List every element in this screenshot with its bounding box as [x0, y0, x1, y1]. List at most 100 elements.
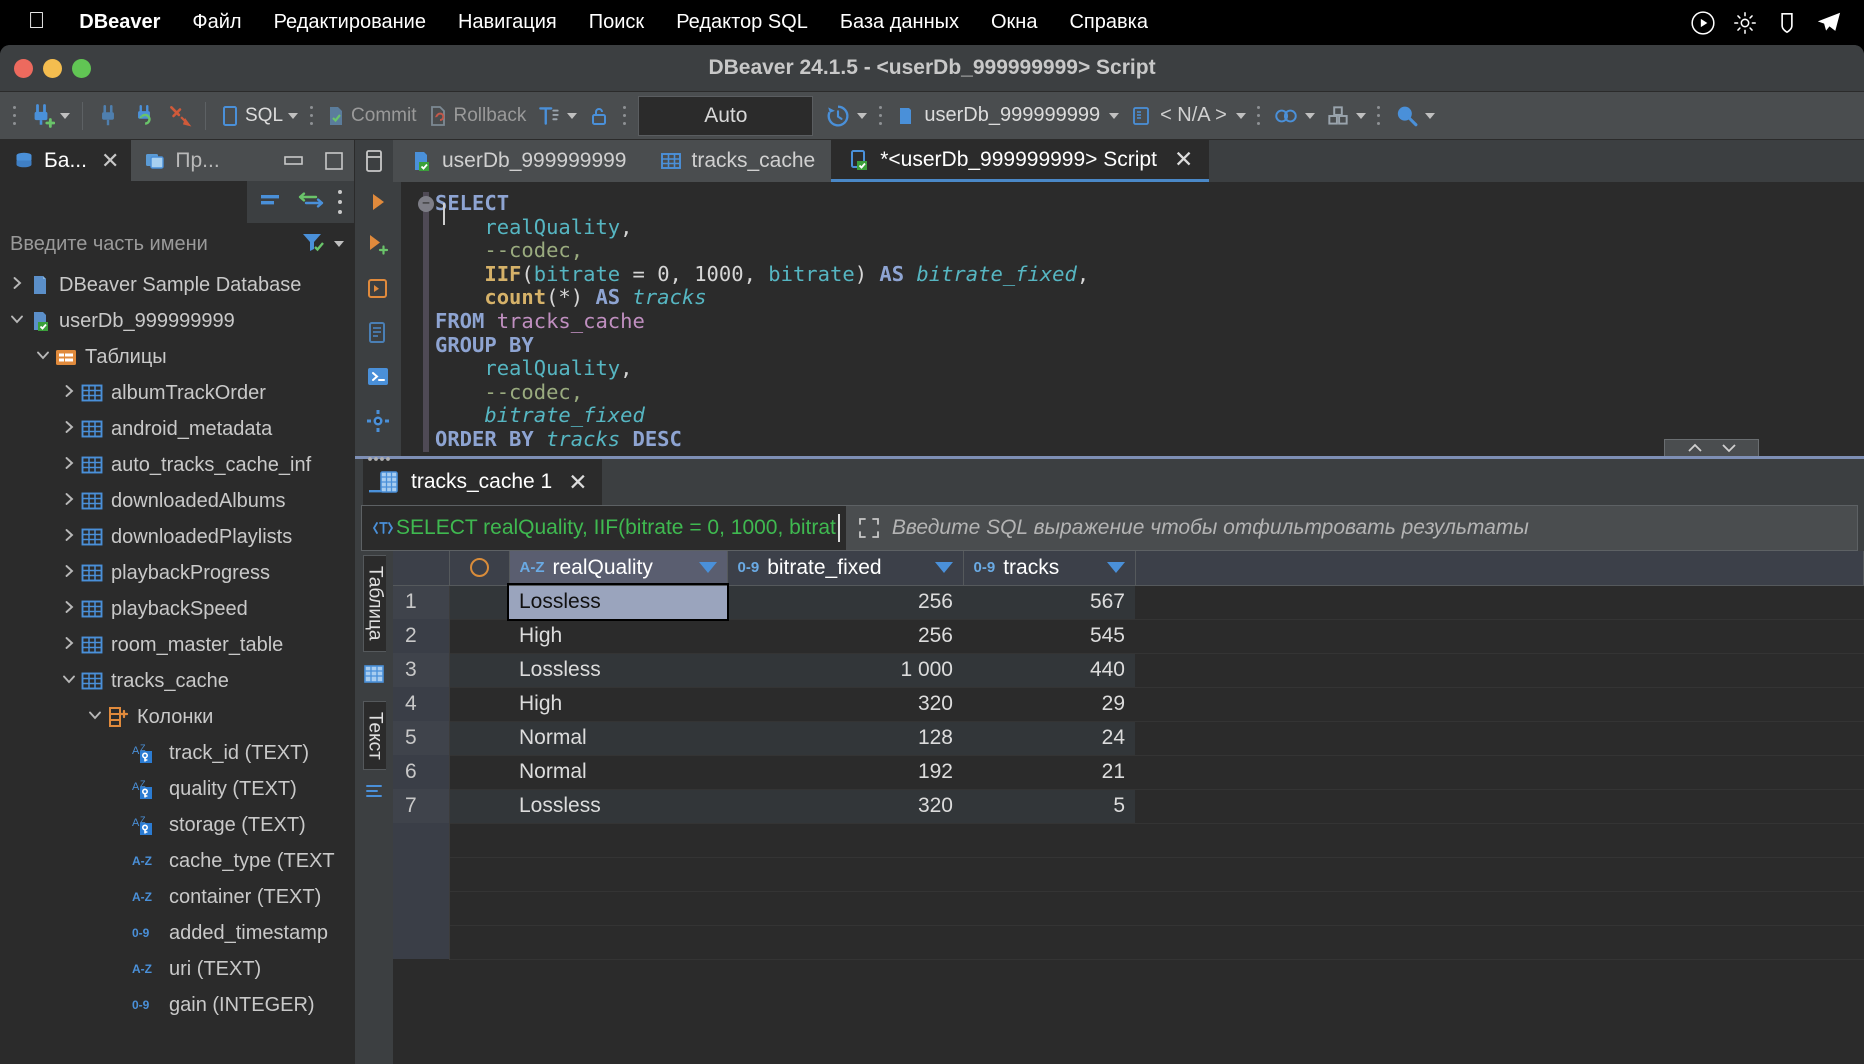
tree-item[interactable]: A Z quality (TEXT): [0, 771, 354, 807]
tree-item[interactable]: A-Z cache_type (TEXT: [0, 843, 354, 879]
chevron-right-icon[interactable]: [58, 383, 80, 403]
cell-bitrate-fixed[interactable]: 256: [727, 585, 963, 620]
menu-item-sql-editor[interactable]: Редактор SQL: [660, 11, 824, 34]
auto-commit-selector[interactable]: Auto: [638, 95, 814, 136]
link-with-editor-icon[interactable]: [297, 190, 325, 215]
table-row[interactable]: 4 High 320 29: [393, 687, 1864, 722]
chevron-right-icon[interactable]: [6, 275, 28, 295]
row-number[interactable]: 4: [393, 687, 450, 721]
cell-tracks[interactable]: 567: [963, 585, 1135, 620]
execute-statistics-icon[interactable]: [365, 320, 391, 351]
refresh-connection-button[interactable]: [126, 96, 162, 136]
telegram-icon[interactable]: [1808, 9, 1850, 37]
text-view-icon[interactable]: [362, 770, 386, 819]
editor-tab-list-icon[interactable]: [355, 140, 393, 182]
chevron-down-icon-schema[interactable]: [1235, 112, 1246, 119]
sql-code-area[interactable]: − SELECT realQuality, --codec, IIF(bitra…: [401, 191, 1864, 452]
transaction-log-button[interactable]: [819, 96, 872, 136]
table-row[interactable]: 5 Normal 128 24: [393, 721, 1864, 756]
minimize-panel-button[interactable]: [274, 140, 314, 181]
cell-realquality[interactable]: Lossless: [507, 583, 729, 621]
chevron-down-icon-conn[interactable]: [1109, 112, 1120, 119]
tree-item[interactable]: tracks_cache: [0, 663, 354, 699]
column-header-realquality[interactable]: A-Z realQuality: [509, 551, 728, 586]
cell-bitrate-fixed[interactable]: 320: [727, 687, 963, 722]
tree-item[interactable]: A-Z uri (TEXT): [0, 951, 354, 987]
close-icon-results-tab[interactable]: ✕: [568, 469, 587, 496]
cell-bitrate-fixed[interactable]: 128: [727, 721, 963, 756]
grid-view-icon[interactable]: [362, 652, 386, 701]
cell-realquality[interactable]: High: [509, 687, 727, 722]
sql-editor-button[interactable]: SQL: [213, 96, 303, 136]
readonly-lock-button[interactable]: [582, 96, 616, 136]
cell-realquality[interactable]: Lossless: [509, 789, 727, 824]
presentation-tab-grid[interactable]: Таблица: [362, 555, 386, 652]
navigator-filter-input[interactable]: Введите часть имени: [10, 233, 294, 256]
tree-item[interactable]: 0-9 gain (INTEGER): [0, 987, 354, 1023]
chevron-right-icon[interactable]: [58, 635, 80, 655]
search-button[interactable]: [1387, 96, 1440, 136]
cell-tracks[interactable]: 545: [963, 619, 1135, 654]
tree-item[interactable]: auto_tracks_cache_inf: [0, 447, 354, 483]
tree-item[interactable]: Колонки: [0, 699, 354, 735]
play-circle-icon[interactable]: [1682, 10, 1724, 36]
minimize-editor-icon[interactable]: [365, 483, 391, 501]
cell-tracks[interactable]: 21: [963, 755, 1135, 790]
editor-tab-connection[interactable]: userDb_999999999: [393, 140, 643, 182]
cell-realquality[interactable]: Normal: [509, 721, 727, 756]
chevron-down-icon-search[interactable]: [1424, 112, 1435, 119]
toolbar-drag-handle-5[interactable]: [1257, 102, 1261, 130]
filter-icon[interactable]: [300, 230, 326, 259]
chevron-down-icon[interactable]: [84, 707, 106, 727]
chevron-down-icon-tx[interactable]: [567, 112, 578, 119]
execute-in-new-editor-icon[interactable]: [365, 276, 391, 307]
chevron-right-icon[interactable]: [58, 419, 80, 439]
active-schema-selector[interactable]: < N/A >: [1124, 96, 1251, 136]
chevron-down-icon-er[interactable]: [1304, 112, 1315, 119]
row-number[interactable]: 6: [393, 755, 450, 789]
chevron-down-icon-sql[interactable]: [288, 112, 299, 119]
chevron-down-icon[interactable]: [32, 347, 54, 367]
toolbar-drag-handle[interactable]: [12, 102, 16, 130]
chevron-down-icon-log[interactable]: [857, 112, 868, 119]
cell-tracks[interactable]: 24: [963, 721, 1135, 756]
menu-item-search[interactable]: Поиск: [573, 11, 660, 34]
cell-bitrate-fixed[interactable]: 1 000: [727, 653, 963, 688]
editor-tab-script[interactable]: *<userDb_999999999> Script ✕: [831, 140, 1210, 182]
cell-tracks[interactable]: 440: [963, 653, 1135, 688]
menu-item-database[interactable]: База данных: [824, 11, 975, 34]
chevron-down-icon[interactable]: [60, 112, 70, 119]
er-diagram-button[interactable]: [1267, 96, 1320, 136]
editor-tab-table[interactable]: tracks_cache: [642, 140, 832, 182]
close-icon[interactable]: ✕: [101, 148, 119, 174]
tree-item[interactable]: room_master_table: [0, 627, 354, 663]
tree-item[interactable]: Таблицы: [0, 339, 354, 375]
results-filter-sql[interactable]: SELECT realQuality, IIF(bitrate = 0, 100…: [362, 506, 846, 550]
toolbar-drag-handle-2[interactable]: [309, 102, 313, 130]
commit-button[interactable]: Commit: [319, 96, 421, 136]
transaction-mode-button[interactable]: [531, 96, 582, 136]
execute-console-icon[interactable]: [365, 364, 391, 395]
column-menu-icon-tracks[interactable]: [1106, 562, 1125, 574]
column-menu-icon-bitrate-fixed[interactable]: [934, 562, 953, 574]
cell-tracks[interactable]: 5: [963, 789, 1135, 824]
editor-scroll-buttons[interactable]: [1664, 439, 1759, 456]
toolbar-drag-handle-6[interactable]: [1377, 102, 1381, 130]
row-number[interactable]: 3: [393, 653, 450, 687]
menu-item-dbeaver[interactable]: DBeaver: [63, 11, 176, 34]
cell-realquality[interactable]: High: [509, 619, 727, 654]
cell-tracks[interactable]: 29: [963, 687, 1135, 722]
tree-item[interactable]: albumTrackOrder: [0, 375, 354, 411]
menu-item-windows[interactable]: Окна: [975, 11, 1053, 34]
chevron-right-icon[interactable]: [58, 527, 80, 547]
tree-item[interactable]: playbackProgress: [0, 555, 354, 591]
shield-icon[interactable]: [1766, 10, 1808, 36]
tree-item[interactable]: 0-9 added_timestamp: [0, 915, 354, 951]
data-transfer-button[interactable]: [1320, 96, 1371, 136]
toolbar-drag-handle-3[interactable]: [622, 102, 626, 130]
tree-item[interactable]: A Z storage (TEXT): [0, 807, 354, 843]
maximize-panel-button[interactable]: [314, 140, 354, 181]
menu-item-edit[interactable]: Редактирование: [258, 11, 442, 34]
more-icon[interactable]: [365, 452, 391, 470]
row-number[interactable]: 7: [393, 789, 450, 823]
